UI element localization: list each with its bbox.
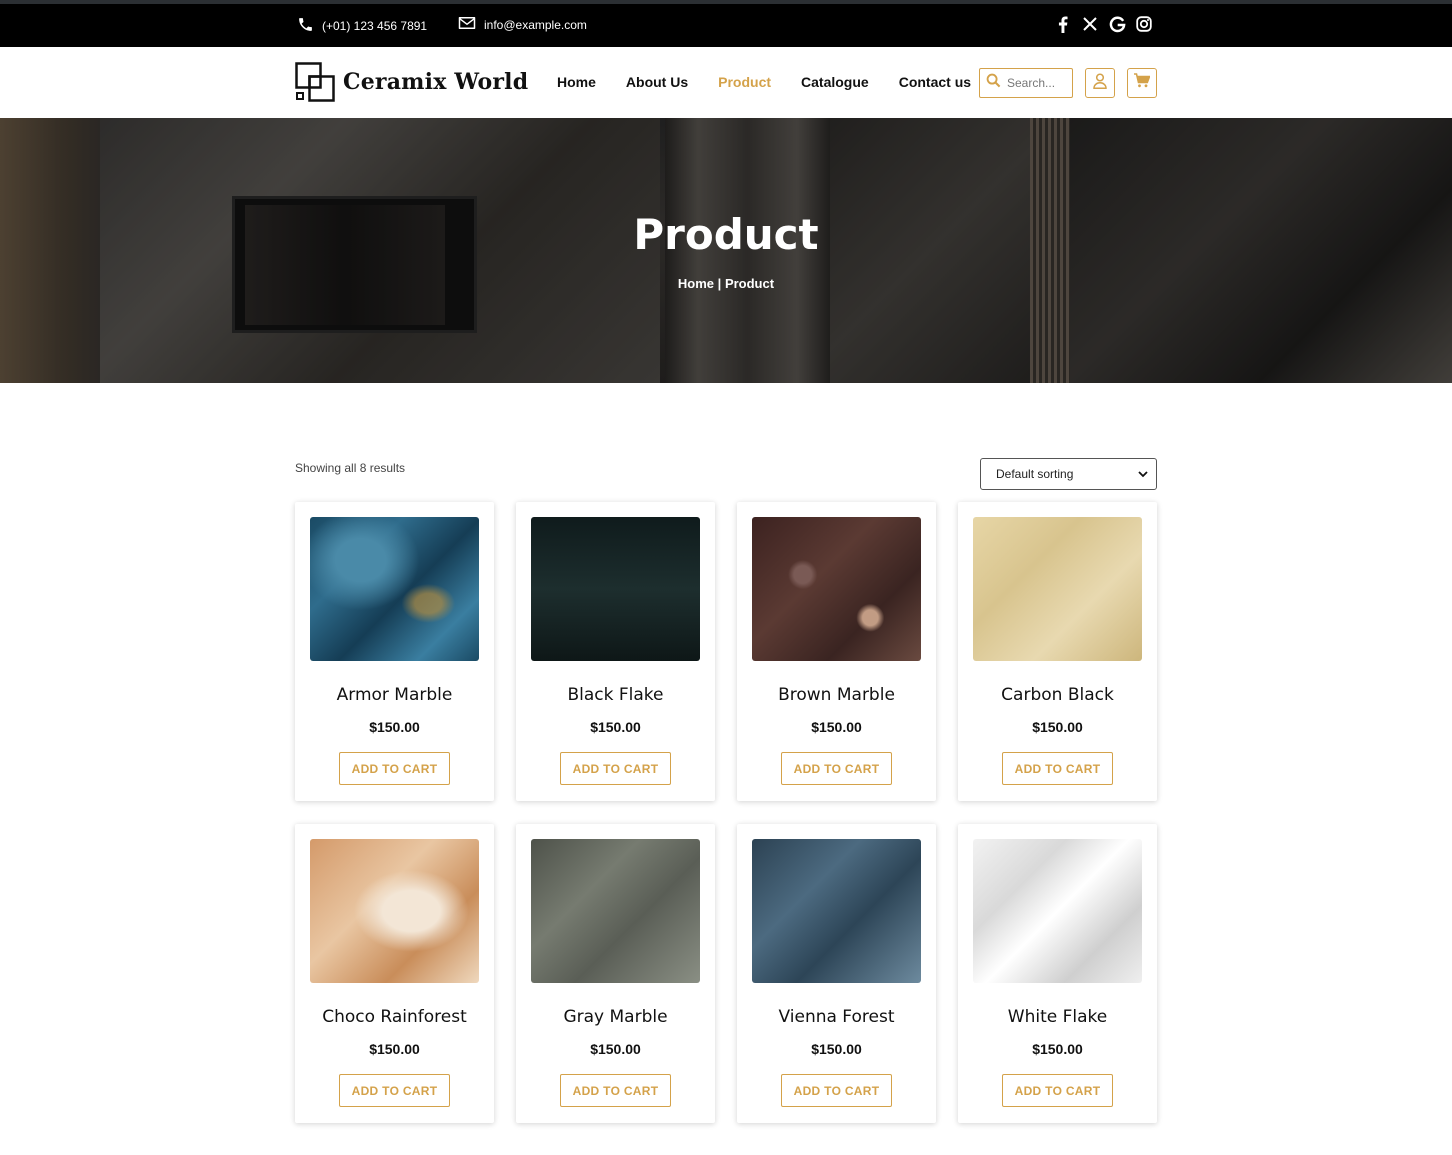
- product-card[interactable]: Choco Rainforest $150.00 ADD TO CART: [295, 824, 494, 1123]
- product-price: $150.00: [1032, 719, 1083, 735]
- email-contact[interactable]: info@example.com: [458, 16, 587, 33]
- add-to-cart-button[interactable]: ADD TO CART: [781, 1074, 892, 1107]
- product-name[interactable]: Armor Marble: [295, 685, 494, 705]
- search-input[interactable]: Search...: [979, 68, 1073, 98]
- search-placeholder: Search...: [1007, 76, 1056, 90]
- breadcrumb-home[interactable]: Home: [678, 276, 714, 291]
- nav-catalogue[interactable]: Catalogue: [801, 74, 869, 90]
- phone-icon: [297, 16, 314, 36]
- user-icon: [1093, 72, 1107, 94]
- product-price: $150.00: [811, 1041, 862, 1057]
- add-to-cart-button[interactable]: ADD TO CART: [1002, 1074, 1113, 1107]
- product-card[interactable]: Brown Marble $150.00 ADD TO CART: [737, 502, 936, 801]
- product-price: $150.00: [590, 719, 641, 735]
- product-image[interactable]: [310, 517, 479, 661]
- phone-contact[interactable]: (+01) 123 456 7891: [297, 16, 427, 36]
- email-icon: [458, 16, 476, 33]
- product-image[interactable]: [310, 839, 479, 983]
- facebook-icon[interactable]: [1054, 15, 1072, 33]
- product-image[interactable]: [531, 839, 700, 983]
- nav-product[interactable]: Product: [718, 74, 771, 90]
- product-price: $150.00: [369, 1041, 420, 1057]
- page-hero: Product Home | Product: [0, 118, 1452, 383]
- nav-contact-us[interactable]: Contact us: [899, 74, 971, 90]
- instagram-icon[interactable]: [1135, 15, 1153, 33]
- nav-home[interactable]: Home: [557, 74, 596, 90]
- product-name[interactable]: Vienna Forest: [737, 1007, 936, 1027]
- cart-icon: [1134, 73, 1151, 93]
- product-name[interactable]: Brown Marble: [737, 685, 936, 705]
- product-card[interactable]: Gray Marble $150.00 ADD TO CART: [516, 824, 715, 1123]
- sort-selected: Default sorting: [996, 467, 1074, 481]
- product-card[interactable]: White Flake $150.00 ADD TO CART: [958, 824, 1157, 1123]
- add-to-cart-button[interactable]: ADD TO CART: [560, 1074, 671, 1107]
- product-image[interactable]: [531, 517, 700, 661]
- site-header: Ceramix World Home About Us Product Cata…: [0, 47, 1452, 118]
- sort-select[interactable]: Default sorting: [980, 458, 1157, 490]
- product-card[interactable]: Black Flake $150.00 ADD TO CART: [516, 502, 715, 801]
- add-to-cart-button[interactable]: ADD TO CART: [1002, 752, 1113, 785]
- product-image[interactable]: [752, 517, 921, 661]
- product-name[interactable]: Choco Rainforest: [295, 1007, 494, 1027]
- add-to-cart-button[interactable]: ADD TO CART: [339, 1074, 450, 1107]
- product-name[interactable]: Carbon Black: [958, 685, 1157, 705]
- cart-button[interactable]: [1127, 68, 1157, 98]
- top-bar: (+01) 123 456 7891 info@example.com: [0, 0, 1452, 47]
- breadcrumb: Home | Product: [0, 276, 1452, 291]
- breadcrumb-current: Product: [724, 276, 775, 291]
- logo[interactable]: Ceramix World: [295, 62, 528, 102]
- add-to-cart-button[interactable]: ADD TO CART: [339, 752, 450, 785]
- product-name[interactable]: Black Flake: [516, 685, 715, 705]
- add-to-cart-button[interactable]: ADD TO CART: [560, 752, 671, 785]
- phone-number: (+01) 123 456 7891: [322, 19, 428, 33]
- product-card[interactable]: Vienna Forest $150.00 ADD TO CART: [737, 824, 936, 1123]
- x-icon[interactable]: [1081, 15, 1099, 33]
- product-image[interactable]: [973, 839, 1142, 983]
- page-title: Product: [633, 210, 819, 259]
- logo-mark-icon: [295, 62, 335, 102]
- logo-text: Ceramix World: [343, 69, 529, 95]
- product-price: $150.00: [590, 1041, 641, 1057]
- result-count: Showing all 8 results: [295, 461, 406, 475]
- product-price: $150.00: [811, 719, 862, 735]
- product-price: $150.00: [369, 719, 420, 735]
- product-image[interactable]: [752, 839, 921, 983]
- product-name[interactable]: White Flake: [958, 1007, 1157, 1027]
- nav-about-us[interactable]: About Us: [626, 74, 688, 90]
- product-name[interactable]: Gray Marble: [516, 1007, 715, 1027]
- search-icon: [986, 73, 1001, 93]
- breadcrumb-separator: |: [717, 276, 722, 291]
- product-card[interactable]: Carbon Black $150.00 ADD TO CART: [958, 502, 1157, 801]
- google-icon[interactable]: [1108, 15, 1126, 33]
- add-to-cart-button[interactable]: ADD TO CART: [781, 752, 892, 785]
- product-image[interactable]: [973, 517, 1142, 661]
- social-links: [1045, 15, 1153, 33]
- account-button[interactable]: [1085, 68, 1115, 98]
- email-address: info@example.com: [484, 17, 587, 32]
- chevron-down-icon: [1138, 467, 1148, 481]
- main-nav: Home About Us Product Catalogue Contact …: [557, 74, 1001, 90]
- product-price: $150.00: [1032, 1041, 1083, 1057]
- product-card[interactable]: Armor Marble $150.00 ADD TO CART: [295, 502, 494, 801]
